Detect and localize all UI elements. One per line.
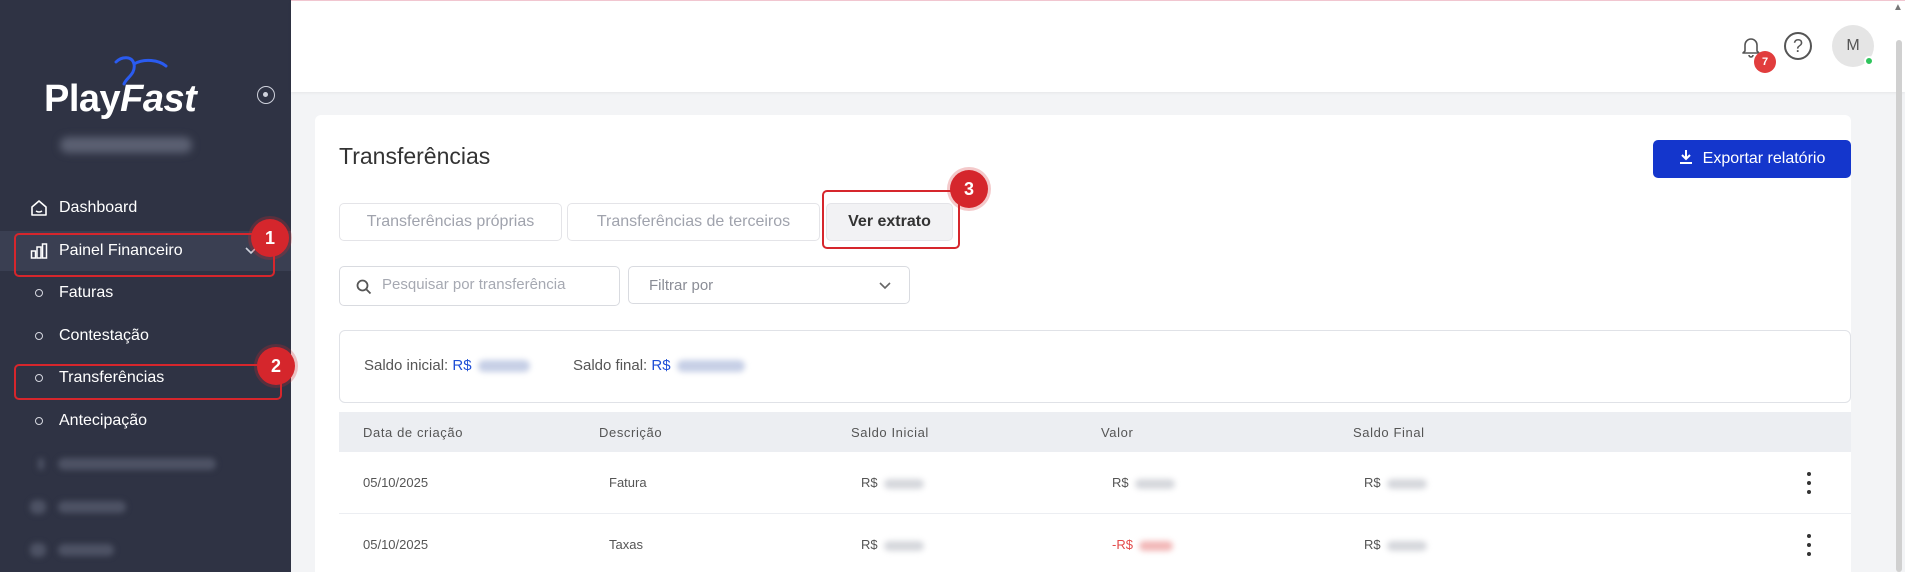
column-header: Valor bbox=[1101, 425, 1134, 440]
collapse-sidebar-icon[interactable] bbox=[257, 86, 275, 104]
column-header: Descrição bbox=[599, 425, 663, 440]
sidebar-item-dashboard[interactable]: Dashboard bbox=[0, 188, 291, 228]
sidebar-item-antecipacao[interactable]: Antecipação bbox=[0, 401, 291, 441]
balance-summary: Saldo inicial: R$ Saldo final: R$ bbox=[339, 330, 1851, 403]
bullet-icon bbox=[35, 289, 43, 297]
saldo-inicial-label: Saldo inicial: bbox=[364, 357, 449, 374]
highlight-box-painel-financeiro bbox=[14, 233, 275, 277]
search-field[interactable] bbox=[339, 266, 620, 306]
sidebar-item-contestacao[interactable]: Contestação bbox=[0, 316, 291, 356]
tab-transferencias-terceiros[interactable]: Transferências de terceiros bbox=[567, 203, 820, 241]
sidebar-item-label: Faturas bbox=[59, 284, 114, 301]
help-icon[interactable]: ? bbox=[1784, 32, 1812, 60]
column-header: Saldo Inicial bbox=[851, 425, 929, 440]
column-header: Saldo Final bbox=[1353, 425, 1425, 440]
top-header bbox=[291, 0, 1905, 92]
scroll-up-arrow-icon[interactable]: ▲ bbox=[1893, 2, 1905, 14]
blurred-account-name bbox=[60, 137, 192, 153]
annotation-marker-3: 3 bbox=[950, 170, 988, 208]
cell-saldo-final: R$ bbox=[1364, 537, 1427, 552]
cell-saldo-inicial: R$ bbox=[861, 537, 924, 552]
export-report-button[interactable]: Exportar relatório bbox=[1653, 140, 1851, 178]
cell-date: 05/10/2025 bbox=[363, 537, 429, 552]
blurred-icon bbox=[30, 543, 46, 557]
table-row[interactable]: 05/10/2025 Taxas R$ -R$ R$ bbox=[339, 514, 1851, 572]
export-button-label: Exportar relatório bbox=[1702, 150, 1826, 167]
download-icon bbox=[1679, 149, 1693, 170]
logo-text: PlayFast bbox=[44, 78, 197, 120]
bullet-icon bbox=[35, 417, 43, 425]
cell-valor: -R$ bbox=[1112, 537, 1173, 552]
cell-saldo-final: R$ bbox=[1364, 475, 1427, 490]
saldo-inicial-currency: R$ bbox=[452, 357, 472, 374]
sidebar-item-label: Dashboard bbox=[59, 199, 138, 216]
highlight-box-transferencias bbox=[14, 364, 282, 400]
page-title: Transferências bbox=[339, 143, 491, 169]
row-actions-kebab-icon[interactable] bbox=[1799, 472, 1819, 494]
online-status-dot bbox=[1864, 56, 1874, 66]
sidebar: PlayFast Dashboard Painel Financeiro Fat… bbox=[0, 0, 291, 572]
table-header: Data de criação Descrição Saldo Inicial … bbox=[339, 412, 1851, 452]
blurred-sidebar-item[interactable] bbox=[58, 544, 114, 556]
cell-date: 05/10/2025 bbox=[363, 475, 429, 490]
saldo-final: Saldo final: R$ bbox=[573, 357, 745, 374]
scrollbar[interactable] bbox=[1896, 40, 1902, 572]
cell-description: Taxas bbox=[609, 537, 643, 552]
filter-placeholder: Filtrar por bbox=[649, 277, 714, 294]
column-header: Data de criação bbox=[363, 425, 464, 440]
search-input[interactable] bbox=[382, 276, 612, 293]
sidebar-item-label: Antecipação bbox=[59, 412, 148, 429]
annotation-marker-1: 1 bbox=[251, 219, 289, 257]
blurred-value bbox=[477, 360, 530, 373]
chevron-down-icon bbox=[879, 277, 891, 294]
blurred-icon bbox=[30, 500, 46, 514]
sidebar-item-label: Contestação bbox=[59, 327, 149, 344]
home-icon bbox=[30, 199, 48, 217]
bullet-icon bbox=[35, 332, 43, 340]
cell-valor: R$ bbox=[1112, 475, 1175, 490]
sidebar-item-faturas[interactable]: Faturas bbox=[0, 273, 291, 313]
blurred-bullet bbox=[38, 458, 44, 470]
blurred-sidebar-item[interactable] bbox=[58, 501, 126, 513]
saldo-final-label: Saldo final: bbox=[573, 357, 648, 374]
saldo-final-currency: R$ bbox=[651, 357, 671, 374]
search-icon bbox=[356, 279, 372, 300]
tab-transferencias-proprias[interactable]: Transferências próprias bbox=[339, 203, 562, 241]
playfast-logo[interactable]: PlayFast bbox=[44, 56, 224, 130]
blurred-value bbox=[676, 360, 745, 373]
saldo-inicial: Saldo inicial: R$ bbox=[364, 357, 530, 374]
highlight-box-ver-extrato bbox=[822, 190, 960, 249]
notification-badge: 7 bbox=[1754, 51, 1776, 73]
row-actions-kebab-icon[interactable] bbox=[1799, 534, 1819, 556]
annotation-marker-2: 2 bbox=[257, 347, 295, 385]
filter-select[interactable]: Filtrar por bbox=[628, 266, 910, 304]
cell-saldo-inicial: R$ bbox=[861, 475, 924, 490]
cell-description: Fatura bbox=[609, 475, 647, 490]
table-row[interactable]: 05/10/2025 Fatura R$ R$ R$ bbox=[339, 452, 1851, 514]
blurred-sidebar-item[interactable] bbox=[58, 458, 216, 470]
